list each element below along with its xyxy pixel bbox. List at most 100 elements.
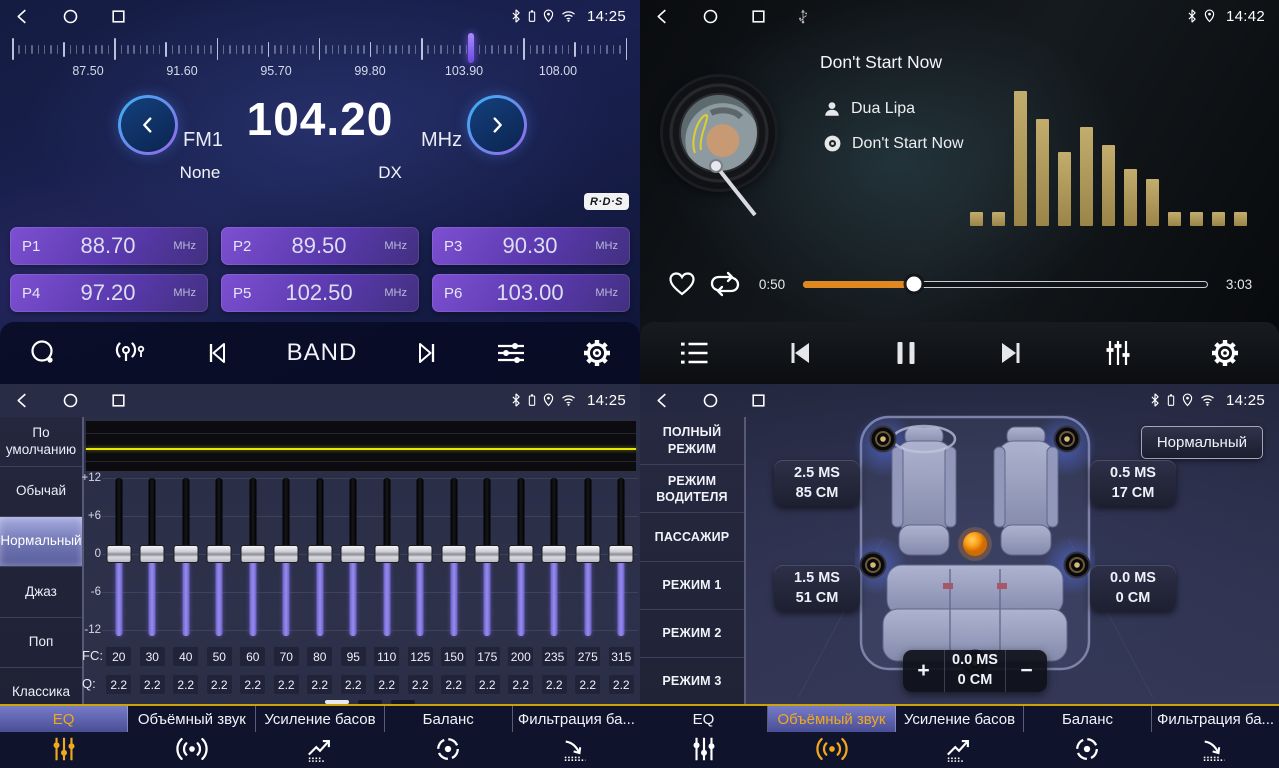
tune-up-button[interactable]	[467, 95, 527, 155]
pause-button[interactable]	[894, 339, 918, 367]
filter-icon[interactable]	[1151, 735, 1279, 763]
eq-preset-item-1[interactable]: По умолчанию	[0, 417, 82, 467]
preset-button-p4[interactable]: P497.20MHz	[10, 274, 208, 312]
delay-front-right[interactable]: 0.5 MS 17 CM	[1090, 460, 1176, 506]
tab-bass-boost[interactable]: Усиление басов	[896, 706, 1024, 732]
settings-button[interactable]	[1210, 338, 1240, 368]
tab-eq[interactable]: EQ	[0, 706, 128, 732]
eq-band-slider[interactable]	[169, 472, 203, 648]
previous-station-button[interactable]	[204, 339, 232, 367]
tab-bass-boost[interactable]: Усиление басов	[256, 706, 384, 732]
recents-button[interactable]	[110, 8, 127, 25]
listening-mode-item-4[interactable]: РЕЖИМ 1	[640, 562, 744, 610]
scan-button[interactable]	[28, 338, 58, 368]
eq-band-slider[interactable]	[437, 472, 471, 648]
slider-thumb[interactable]	[374, 545, 399, 563]
eq-band-slider[interactable]	[571, 472, 605, 648]
favorite-button[interactable]	[668, 271, 696, 297]
eq-preset-item-3[interactable]: Нормальный	[0, 517, 82, 567]
bass-boost-icon[interactable]	[896, 735, 1024, 763]
eq-band-slider[interactable]	[136, 472, 170, 648]
slider-thumb[interactable]	[408, 545, 433, 563]
repeat-button[interactable]	[709, 270, 741, 298]
tab-filter[interactable]: Фильтрация ба...	[513, 706, 640, 732]
slider-thumb[interactable]	[140, 545, 165, 563]
eq-band-slider[interactable]	[538, 472, 572, 648]
home-button[interactable]	[702, 8, 719, 25]
eq-band-slider[interactable]	[102, 472, 136, 648]
slider-thumb[interactable]	[106, 545, 131, 563]
recents-button[interactable]	[750, 392, 767, 409]
preset-button-p2[interactable]: P289.50MHz	[221, 227, 419, 265]
slider-thumb[interactable]	[575, 545, 600, 563]
listening-mode-item-2[interactable]: РЕЖИМ ВОДИТЕЛЯ	[640, 465, 744, 513]
preset-button-p1[interactable]: P188.70MHz	[10, 227, 208, 265]
eq-icon[interactable]	[640, 735, 768, 763]
eq-band-slider[interactable]	[404, 472, 438, 648]
balance-icon[interactable]	[384, 735, 512, 763]
filter-icon[interactable]	[512, 735, 640, 763]
slider-thumb[interactable]	[274, 545, 299, 563]
tab-filter[interactable]: Фильтрация ба...	[1152, 706, 1279, 732]
audio-settings-button[interactable]	[1103, 338, 1133, 368]
next-station-button[interactable]	[412, 339, 440, 367]
slider-thumb[interactable]	[173, 545, 198, 563]
surround-icon[interactable]	[768, 735, 896, 763]
slider-thumb[interactable]	[542, 545, 567, 563]
seek-bar[interactable]	[803, 281, 1208, 288]
recents-button[interactable]	[110, 392, 127, 409]
listening-mode-item-6[interactable]: РЕЖИМ 3	[640, 658, 744, 706]
delay-increase-button[interactable]: +	[903, 650, 944, 692]
next-track-button[interactable]	[995, 339, 1025, 367]
surround-icon[interactable]	[128, 735, 256, 763]
delay-front-left[interactable]: 2.5 MS 85 CM	[774, 460, 860, 506]
eq-band-slider[interactable]	[370, 472, 404, 648]
tab-balance[interactable]: Баланс	[1024, 706, 1152, 732]
frequency-scale[interactable]	[12, 36, 628, 62]
home-button[interactable]	[62, 392, 79, 409]
recents-button[interactable]	[750, 8, 767, 25]
preset-button-p6[interactable]: P6103.00MHz	[432, 274, 630, 312]
preset-button-p5[interactable]: P5102.50MHz	[221, 274, 419, 312]
eq-band-slider[interactable]	[504, 472, 538, 648]
delay-rear-right[interactable]: 0.0 MS 0 CM	[1090, 565, 1176, 611]
slider-thumb[interactable]	[441, 545, 466, 563]
bass-boost-icon[interactable]	[256, 735, 384, 763]
home-button[interactable]	[702, 392, 719, 409]
delay-decrease-button[interactable]: −	[1006, 650, 1047, 692]
eq-preset-item-4[interactable]: Джаз	[0, 567, 82, 617]
tab-balance[interactable]: Баланс	[385, 706, 513, 732]
back-button[interactable]	[14, 392, 31, 409]
slider-thumb[interactable]	[307, 545, 332, 563]
listening-mode-item-5[interactable]: РЕЖИМ 2	[640, 610, 744, 658]
tab-surround[interactable]: Объёмный звук	[128, 706, 256, 732]
home-button[interactable]	[62, 8, 79, 25]
slider-thumb[interactable]	[240, 545, 265, 563]
settings-button[interactable]	[582, 338, 612, 368]
traffic-announcement-button[interactable]	[113, 338, 149, 368]
eq-band-slider[interactable]	[236, 472, 270, 648]
eq-band-slider[interactable]	[337, 472, 371, 648]
band-button[interactable]: BAND	[287, 339, 358, 367]
eq-band-slider[interactable]	[605, 472, 639, 648]
preset-button-p3[interactable]: P390.30MHz	[432, 227, 630, 265]
seek-bar-thumb[interactable]	[907, 277, 922, 292]
tab-surround[interactable]: Объёмный звук	[768, 706, 896, 732]
slider-thumb[interactable]	[475, 545, 500, 563]
equalizer-button[interactable]	[495, 339, 527, 367]
eq-band-slider[interactable]	[303, 472, 337, 648]
slider-thumb[interactable]	[207, 545, 232, 563]
back-button[interactable]	[14, 8, 31, 25]
slider-thumb[interactable]	[341, 545, 366, 563]
sound-profile-button[interactable]: Нормальный	[1141, 426, 1263, 459]
eq-preset-item-5[interactable]: Поп	[0, 618, 82, 668]
slider-thumb[interactable]	[609, 545, 634, 563]
back-button[interactable]	[654, 392, 671, 409]
previous-track-button[interactable]	[786, 339, 816, 367]
listening-mode-item-3[interactable]: ПАССАЖИР	[640, 513, 744, 561]
back-button[interactable]	[654, 8, 671, 25]
listening-mode-item-1[interactable]: ПОЛНЫЙ РЕЖИМ	[640, 417, 744, 465]
tab-eq[interactable]: EQ	[640, 706, 768, 732]
slider-thumb[interactable]	[508, 545, 533, 563]
eq-preset-item-2[interactable]: Обычай	[0, 467, 82, 517]
